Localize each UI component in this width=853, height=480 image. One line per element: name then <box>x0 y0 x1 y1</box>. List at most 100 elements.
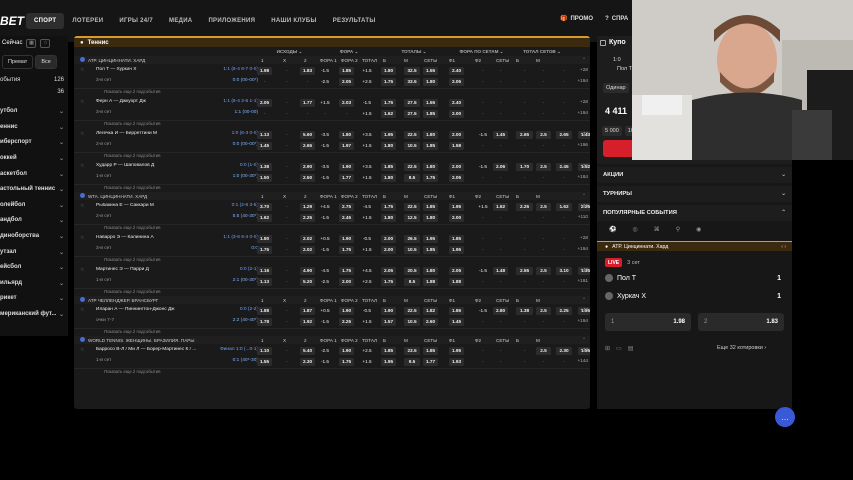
stake-amount[interactable]: 4 411 <box>605 106 627 116</box>
odd-value[interactable]: 1.75 <box>381 202 396 211</box>
odd-value[interactable]: 1.80 <box>381 66 396 75</box>
odd-value[interactable]: 2.05 <box>449 77 464 86</box>
odd-value[interactable]: 1.78 <box>257 317 272 326</box>
odd-value[interactable]: 2.5 <box>536 306 551 315</box>
odd-value[interactable]: -4.5 <box>318 267 332 275</box>
odd-value[interactable]: +1.5 <box>360 214 374 222</box>
nav-item[interactable]: ЛОТЕРЕИ <box>64 13 111 29</box>
odd-value[interactable]: 27.5 <box>404 98 420 107</box>
odd-value[interactable]: 1.85 <box>423 346 438 355</box>
odd-value[interactable]: 1.10 <box>257 346 272 355</box>
tab-all[interactable]: Все <box>35 55 57 69</box>
sidebar-sport-item[interactable]: ейсбол ⌄ <box>0 260 68 276</box>
odd-value[interactable]: -1.5 <box>318 142 332 150</box>
section-tournaments[interactable]: ТУРНИРЫ ⌄ <box>597 186 792 202</box>
chat-button[interactable]: … <box>775 407 795 427</box>
odd-value[interactable]: 1.48 <box>493 266 508 275</box>
odd-value[interactable]: 5.40 <box>300 346 315 355</box>
column-group-header[interactable]: ИСХОДЫ ⌄ <box>257 49 322 55</box>
odd-value[interactable]: 2.40 <box>449 98 464 107</box>
odd-value[interactable]: 1.77 <box>339 173 354 182</box>
odd-value[interactable]: 2.45 <box>339 213 354 222</box>
nav-item[interactable]: РЕЗУЛЬТАТЫ <box>325 13 384 29</box>
league-header[interactable]: ATP ЧЕЛЛЕНДЖЕР. БРАНСБУРГ 1 X 2 ФОРА 1 ФОРА 2… <box>74 296 590 304</box>
match-row[interactable]: ☆ Мартинес Э — Парри Д 1-й сет 0:0 (2-1) 2:1… <box>74 264 590 289</box>
odd-value[interactable]: 1.80 <box>423 130 438 139</box>
odd-value[interactable]: 1.87 <box>300 306 315 315</box>
odd-value[interactable]: -2.5 <box>318 78 332 86</box>
odd-value[interactable]: 1.58 <box>449 141 464 150</box>
odd-value[interactable]: -3.5 <box>318 163 332 171</box>
hockey-icon[interactable]: ⚲ <box>676 226 680 233</box>
more-markets-count[interactable]: +110 <box>578 214 588 219</box>
bet-mode[interactable]: Одинар <box>603 83 629 93</box>
odd-value[interactable]: 1.29 <box>300 202 315 211</box>
match-row[interactable]: ☆ Легечка И — Берреттини М 2-й сет 1:0 (6-3… <box>74 128 590 153</box>
odd-value[interactable]: 1.95 <box>381 357 396 366</box>
odd-value[interactable]: 1.95 <box>449 346 464 355</box>
odd-value[interactable]: 10.5 <box>404 317 420 326</box>
match-row[interactable]: ☆ Рыбакина Е — Саккари М 2-й сет 0:1 (2-6 3… <box>74 200 590 225</box>
odd-value[interactable]: 1.83 <box>300 66 315 75</box>
show-more-subevents[interactable]: Показать еще 2 подсобытия <box>74 89 590 96</box>
more-markets-count[interactable]: +42 <box>580 267 588 272</box>
tv-icon[interactable]: ▭ <box>616 345 622 352</box>
stats-icon[interactable]: ⊞ <box>605 345 610 352</box>
odd-value[interactable]: +1.5 <box>360 174 374 182</box>
odd-value[interactable]: 1.88 <box>257 306 272 315</box>
odd-value[interactable]: 1.80 <box>423 266 438 275</box>
odd-value[interactable]: +1.5 <box>360 142 374 150</box>
odd-value[interactable]: -1.5 <box>475 131 491 139</box>
odd-value[interactable]: 1.75 <box>257 245 272 254</box>
more-markets-count[interactable]: +33 <box>580 347 588 352</box>
odd-value[interactable]: 1.75 <box>339 266 354 275</box>
sidebar-sport-item[interactable]: астольный теннис ⌄ <box>0 182 68 198</box>
odd-value[interactable]: 27.5 <box>404 109 420 118</box>
match-row[interactable]: ☆ Хударр Р — Шаповалов Д 1-й сет 0:0 (1-0) 1… <box>74 160 590 185</box>
show-more-subevents[interactable]: Показать еще 2 подсобытия <box>74 329 590 336</box>
odd-value[interactable]: 1.85 <box>381 162 396 171</box>
scoreboard-icon[interactable]: ▤ <box>628 345 634 352</box>
odd-value[interactable]: 1.80 <box>423 162 438 171</box>
column-group-header[interactable]: ФОРА ⌄ <box>319 49 379 55</box>
stake-chip[interactable]: 5 000 <box>602 126 622 136</box>
odd-value[interactable]: 1.45 <box>449 317 464 326</box>
now-label[interactable]: Сейчас <box>2 40 22 46</box>
odd-value[interactable]: -1.5 <box>318 246 332 254</box>
odd-value[interactable]: 10.5 <box>404 245 420 254</box>
odd-value[interactable]: 2.50 <box>300 173 315 182</box>
odd-value[interactable]: 2.00 <box>339 277 354 286</box>
odd-value[interactable]: +1.5 <box>360 246 374 254</box>
sidebar-sport-item[interactable]: ильярд ⌄ <box>0 276 68 292</box>
match-row[interactable]: ☆ Пол Т — Хуркач Х 3-й сет 1:1 (6-4 6-7 0-0… <box>74 64 590 89</box>
odd-value[interactable]: 1.90 <box>339 234 354 243</box>
odd-value[interactable]: 1.85 <box>449 234 464 243</box>
odd-value[interactable]: -1.5 <box>318 174 332 182</box>
odd-value[interactable]: +1.5 <box>360 67 374 75</box>
odd-value[interactable]: 1.38 <box>516 306 533 315</box>
more-markets-count[interactable]: +33 <box>580 131 588 136</box>
sidebar-sport-item[interactable]: рикет ⌄ <box>0 291 68 307</box>
odd-value[interactable]: 26.5 <box>404 234 420 243</box>
match-row[interactable]: ☆ Наварро Э — Калинина А 3-й сет 1:1 (3-6 6… <box>74 232 590 257</box>
odd-value[interactable]: 1.70 <box>516 162 533 171</box>
odd-value[interactable]: 1.75 <box>339 245 354 254</box>
more-markets-count[interactable]: +194 <box>577 246 588 251</box>
odd-value[interactable]: 2.5 <box>536 162 551 171</box>
sidebar-sport-item[interactable]: еннис ⌄ <box>0 120 68 136</box>
more-markets-count[interactable]: +40 <box>580 307 588 312</box>
nav-item[interactable]: СПОРТ <box>26 13 65 29</box>
odd-value[interactable]: +3.5 <box>360 131 374 139</box>
nav-item[interactable]: МЕДИА <box>161 13 200 29</box>
odd-value[interactable]: -2.5 <box>318 347 332 355</box>
odd-value[interactable]: 10.5 <box>404 141 420 150</box>
odd-value[interactable]: 8.5 <box>404 173 420 182</box>
odd-value[interactable]: 1.16 <box>257 266 272 275</box>
odd-value[interactable]: 2.5 <box>536 202 551 211</box>
show-more-subevents[interactable]: Показать еще 2 подсобытия <box>74 257 590 264</box>
odd-value[interactable]: 1.90 <box>339 162 354 171</box>
show-more-subevents[interactable]: Показать еще 2 подсобытия <box>74 121 590 128</box>
odd-value[interactable]: 1.75 <box>381 77 396 86</box>
league-header[interactable]: WORLD TENNIS. ЖЕНЩИНЫ. БРАЗИЛИЯ. ПАРЫ 1 X 2… <box>74 336 590 344</box>
nav-item[interactable]: НАШИ КЛУБЫ <box>263 13 324 29</box>
